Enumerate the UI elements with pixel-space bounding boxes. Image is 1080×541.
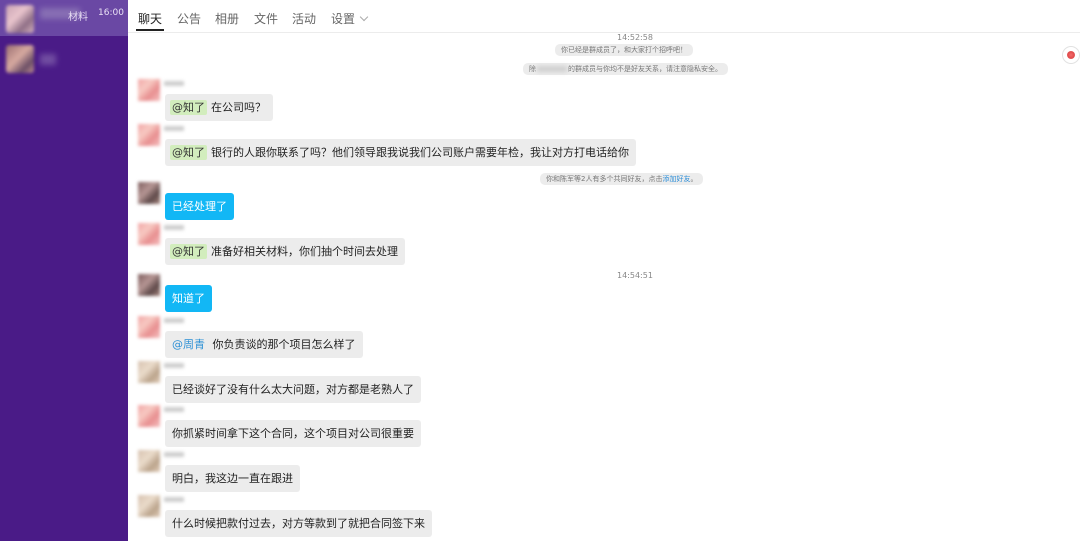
avatar[interactable] [138, 405, 160, 427]
message-text: 银行的人跟你联系了吗？他们领导跟我说我们公司账户需要年检，我让对方打电话给你 [211, 146, 629, 159]
conversation-time: 16:00 [98, 8, 124, 18]
tab-album[interactable]: 相册 [215, 10, 239, 27]
message-bubble[interactable]: 知道了 [165, 285, 212, 312]
avatar[interactable] [138, 182, 160, 204]
avatar[interactable] [138, 79, 160, 101]
message-bubble[interactable]: 什么时候把款付过去，对方等款到了就把合同签下来 [165, 510, 432, 537]
floating-app-icon[interactable] [1062, 46, 1080, 64]
message-bubble[interactable]: 你抓紧时间拿下这个合同，这个项目对公司很重要 [165, 420, 421, 447]
sender-name-blurred [164, 407, 184, 412]
privacy-notice-text: 的群成员与你均不是好友关系，请注意隐私安全。 [568, 65, 722, 73]
tab-activity[interactable]: 活动 [292, 10, 316, 27]
friend-suggestion-end: 。 [690, 175, 698, 183]
message-text: 准备好相关材料，你们抽个时间去处理 [211, 245, 398, 258]
message-text: 已经处理了 [172, 200, 227, 213]
message-bubble[interactable]: @知了 准备好相关材料，你们抽个时间去处理 [165, 238, 405, 265]
message-text: 知道了 [172, 292, 205, 305]
sender-name-blurred [164, 318, 184, 323]
conversation-item[interactable] [0, 40, 128, 76]
conversation-item-active[interactable]: 材料 16:00 [0, 0, 128, 36]
sender-name-blurred [164, 225, 184, 230]
avatar[interactable] [138, 361, 160, 383]
message-text: 已经谈好了没有什么太大问题，对方都是老熟人了 [172, 383, 414, 396]
timestamp: 14:54:51 [617, 271, 653, 280]
tab-files[interactable]: 文件 [254, 10, 278, 27]
message-text: 你抓紧时间拿下这个合同，这个项目对公司很重要 [172, 427, 414, 440]
privacy-notice: 除 的群成员与你均不是好友关系，请注意隐私安全。 [523, 63, 728, 75]
message-bubble[interactable]: 已经谈好了没有什么太大问题，对方都是老熟人了 [165, 376, 421, 403]
sender-name-blurred [164, 363, 184, 368]
avatar[interactable] [138, 316, 160, 338]
message-text: 在公司吗？ [211, 101, 266, 114]
tab-chat[interactable]: 聊天 [138, 10, 162, 27]
mention-tag[interactable]: @知了 [170, 145, 207, 160]
mention-tag[interactable]: @周青 [172, 338, 205, 351]
chevron-down-icon [359, 12, 369, 22]
sender-name-blurred [164, 126, 184, 131]
blurred-name [537, 66, 567, 72]
active-tab-indicator [136, 29, 164, 31]
message-bubble[interactable]: @知了 银行的人跟你联系了吗？他们领导跟我说我们公司账户需要年检，我让对方打电话给… [165, 139, 636, 166]
mention-tag[interactable]: @知了 [170, 244, 207, 259]
group-avatar-icon [6, 5, 34, 33]
tab-announcement[interactable]: 公告 [177, 10, 201, 27]
tab-settings[interactable]: 设置 [331, 10, 369, 27]
add-friend-link[interactable]: 添加好友 [662, 175, 690, 183]
timestamp: 14:52:58 [617, 33, 653, 42]
message-bubble[interactable]: @知了 在公司吗？ [165, 94, 273, 121]
message-bubble[interactable]: 已经处理了 [165, 193, 234, 220]
sender-name-blurred [164, 452, 184, 457]
avatar[interactable] [138, 223, 160, 245]
sender-name-blurred [164, 497, 184, 502]
system-notice: 你已经是群成员了，和大家打个招呼吧！ [555, 44, 693, 56]
avatar[interactable] [138, 450, 160, 472]
sender-name-blurred [164, 81, 184, 86]
friend-suggestion-notice: 你和陈军等2人有多个共同好友，点击添加好友。 [540, 173, 704, 185]
tab-settings-label: 设置 [331, 12, 356, 26]
privacy-notice-prefix: 除 [529, 65, 536, 73]
message-bubble[interactable]: @周青 你负责谈的那个项目怎么样了 [165, 331, 363, 358]
message-text: 什么时候把款付过去，对方等款到了就把合同签下来 [172, 517, 425, 530]
mention-tag[interactable]: @知了 [170, 100, 207, 115]
conversation-name-blurred [40, 54, 56, 65]
conversation-name: 材料 [68, 12, 88, 23]
friend-suggestion-text: 你和陈军等2人有多个共同好友，点击 [546, 175, 663, 183]
avatar[interactable] [138, 124, 160, 146]
conversation-sidebar: 材料 16:00 [0, 0, 128, 541]
avatar[interactable] [138, 274, 160, 296]
message-text: 明白，我这边一直在跟进 [172, 472, 293, 485]
message-bubble[interactable]: 明白，我这边一直在跟进 [165, 465, 300, 492]
message-text: 你负责谈的那个项目怎么样了 [212, 338, 356, 351]
avatar[interactable] [138, 495, 160, 517]
group-avatar-icon [6, 45, 34, 73]
